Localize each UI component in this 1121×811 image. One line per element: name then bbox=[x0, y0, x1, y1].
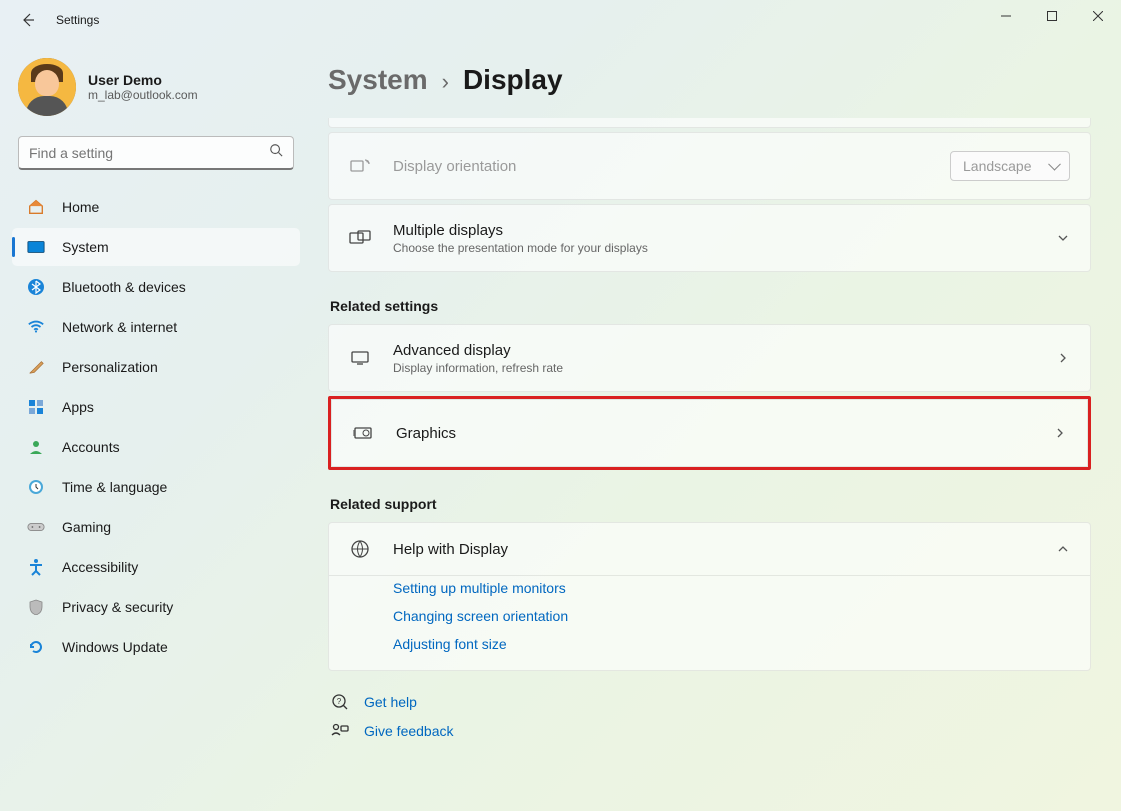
nav-label: Accounts bbox=[62, 439, 120, 455]
row-title: Graphics bbox=[396, 425, 1053, 442]
gpu-icon bbox=[352, 425, 374, 441]
nav-label: Bluetooth & devices bbox=[62, 279, 186, 295]
help-title: Help with Display bbox=[393, 541, 1056, 558]
row-multiple-displays[interactable]: Multiple displays Choose the presentatio… bbox=[329, 205, 1090, 271]
user-name: User Demo bbox=[88, 72, 198, 88]
help-card: Help with Display Setting up multiple mo… bbox=[328, 522, 1091, 671]
chevron-right-icon: › bbox=[442, 69, 449, 95]
brush-icon bbox=[26, 357, 46, 377]
accessibility-icon bbox=[26, 557, 46, 577]
row-display-orientation: Display orientation Landscape bbox=[329, 133, 1090, 199]
minimize-button[interactable] bbox=[983, 0, 1029, 32]
shield-icon bbox=[26, 597, 46, 617]
apps-icon bbox=[26, 397, 46, 417]
get-help-link[interactable]: Get help bbox=[364, 694, 417, 710]
nav-home[interactable]: Home bbox=[12, 188, 300, 226]
displays-icon bbox=[349, 230, 371, 246]
chevron-down-icon bbox=[1056, 231, 1070, 245]
chevron-right-icon bbox=[1056, 351, 1070, 365]
nav-personalization[interactable]: Personalization bbox=[12, 348, 300, 386]
chevron-up-icon bbox=[1056, 542, 1070, 556]
row-title: Display orientation bbox=[393, 158, 950, 175]
help-header[interactable]: Help with Display bbox=[329, 523, 1090, 575]
search-box[interactable] bbox=[18, 136, 294, 170]
avatar bbox=[18, 58, 76, 116]
orientation-icon bbox=[349, 158, 371, 174]
user-profile[interactable]: User Demo m_lab@outlook.com bbox=[12, 54, 300, 130]
row-advanced-display[interactable]: Advanced display Display information, re… bbox=[329, 325, 1090, 391]
close-button[interactable] bbox=[1075, 0, 1121, 32]
breadcrumb: System › Display bbox=[328, 64, 1091, 96]
nav-network[interactable]: Network & internet bbox=[12, 308, 300, 346]
row-graphics[interactable]: Graphics bbox=[332, 400, 1087, 466]
nav-privacy[interactable]: Privacy & security bbox=[12, 588, 300, 626]
highlight-graphics: Graphics bbox=[328, 396, 1091, 470]
window-title: Settings bbox=[56, 13, 99, 27]
help-link-font-size[interactable]: Adjusting font size bbox=[393, 636, 1070, 652]
nav-accounts[interactable]: Accounts bbox=[12, 428, 300, 466]
clock-icon bbox=[26, 477, 46, 497]
home-icon bbox=[26, 197, 46, 217]
row-subtitle: Display information, refresh rate bbox=[393, 361, 1056, 375]
nav-system[interactable]: System bbox=[12, 228, 300, 266]
nav-label: System bbox=[62, 239, 109, 255]
nav-label: Time & language bbox=[62, 479, 167, 495]
help-link-multiple-monitors[interactable]: Setting up multiple monitors bbox=[393, 580, 1070, 596]
nav-label: Privacy & security bbox=[62, 599, 173, 615]
related-settings-label: Related settings bbox=[330, 298, 1091, 314]
row-subtitle: Choose the presentation mode for your di… bbox=[393, 241, 1056, 255]
nav-bluetooth[interactable]: Bluetooth & devices bbox=[12, 268, 300, 306]
bluetooth-icon bbox=[26, 277, 46, 297]
feedback-icon bbox=[330, 723, 350, 739]
svg-text:?: ? bbox=[337, 697, 342, 706]
back-button[interactable] bbox=[18, 10, 38, 30]
nav-label: Home bbox=[62, 199, 99, 215]
breadcrumb-parent[interactable]: System bbox=[328, 64, 428, 96]
nav-label: Windows Update bbox=[62, 639, 168, 655]
nav-update[interactable]: Windows Update bbox=[12, 628, 300, 666]
system-icon bbox=[26, 237, 46, 257]
get-help-icon: ? bbox=[330, 693, 350, 711]
globe-help-icon bbox=[349, 539, 371, 559]
user-email: m_lab@outlook.com bbox=[88, 88, 198, 102]
nav-label: Apps bbox=[62, 399, 94, 415]
maximize-button[interactable] bbox=[1029, 0, 1075, 32]
nav-label: Network & internet bbox=[62, 319, 177, 335]
gamepad-icon bbox=[26, 517, 46, 537]
search-icon bbox=[269, 143, 283, 162]
search-input[interactable] bbox=[29, 145, 269, 161]
help-link-orientation[interactable]: Changing screen orientation bbox=[393, 608, 1070, 624]
nav-apps[interactable]: Apps bbox=[12, 388, 300, 426]
row-title: Advanced display bbox=[393, 342, 1056, 359]
wifi-icon bbox=[26, 317, 46, 337]
orientation-dropdown[interactable]: Landscape bbox=[950, 151, 1070, 181]
nav-label: Gaming bbox=[62, 519, 111, 535]
nav-label: Accessibility bbox=[62, 559, 138, 575]
nav-gaming[interactable]: Gaming bbox=[12, 508, 300, 546]
chevron-right-icon bbox=[1053, 426, 1067, 440]
breadcrumb-current: Display bbox=[463, 64, 563, 96]
nav-time[interactable]: Time & language bbox=[12, 468, 300, 506]
feedback-link[interactable]: Give feedback bbox=[364, 723, 454, 739]
nav-label: Personalization bbox=[62, 359, 158, 375]
row-title: Multiple displays bbox=[393, 222, 1056, 239]
card-edge bbox=[328, 118, 1091, 128]
update-icon bbox=[26, 637, 46, 657]
nav-accessibility[interactable]: Accessibility bbox=[12, 548, 300, 586]
related-support-label: Related support bbox=[330, 496, 1091, 512]
person-icon bbox=[26, 437, 46, 457]
monitor-icon bbox=[349, 350, 371, 366]
